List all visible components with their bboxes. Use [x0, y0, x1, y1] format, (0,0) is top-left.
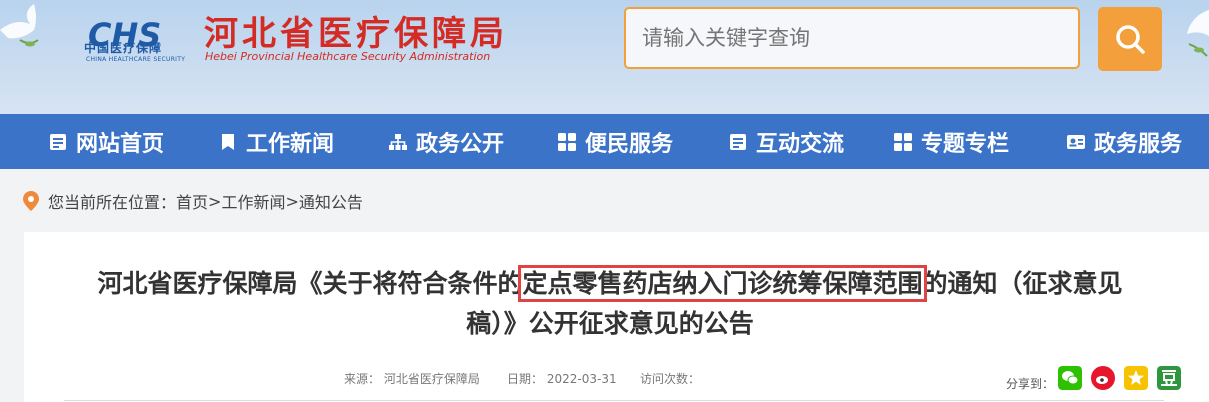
document-icon	[50, 133, 66, 150]
nav-item-label: 便民服务	[585, 131, 674, 157]
search-input[interactable]	[624, 7, 1080, 69]
document-icon	[730, 133, 746, 150]
qzone-share-icon[interactable]	[1124, 366, 1148, 390]
article-source: 来源： 河北省医疗保障局	[344, 370, 480, 387]
breadcrumb: 您当前所在位置： 首页 > 工作新闻 > 通知公告	[22, 187, 363, 215]
nav-item-gov-services[interactable]: 政务服务	[1066, 114, 1182, 169]
main-nav: 网站首页 工作新闻 政务公开 便民服务 互动交流 专题专栏 政务服务	[0, 114, 1209, 169]
logo-en-text: CHINA HEALTHCARE SECURITY	[86, 56, 186, 63]
nav-item-label: 政务服务	[1094, 131, 1183, 157]
date-value: 2022-03-31	[546, 372, 617, 386]
bookmark-icon	[222, 133, 234, 150]
id-card-icon	[1067, 134, 1085, 149]
divider	[64, 400, 1164, 401]
logo-cn-text: 中国医疗保障	[84, 41, 163, 55]
nav-item-gov-affairs[interactable]: 政务公开	[388, 114, 504, 169]
visits-label: 访问次数：	[640, 372, 701, 386]
article-title: 河北省医疗保障局《关于将符合条件的定点零售药店纳入门诊统筹保障范围的通知（征求意…	[90, 264, 1130, 344]
date-label: 日期：	[507, 372, 544, 386]
article-date: 日期： 2022-03-31	[507, 370, 617, 387]
source-value: 河北省医疗保障局	[383, 372, 480, 386]
dove-decoration-icon	[0, 4, 39, 47]
dove-decoration-icon	[1187, 10, 1209, 57]
search-button[interactable]	[1098, 7, 1162, 71]
nav-item-label: 网站首页	[76, 131, 165, 157]
breadcrumb-link-home[interactable]: 首页	[176, 189, 208, 213]
source-label: 来源：	[344, 372, 381, 386]
grid-icon	[894, 132, 912, 151]
site-header: CHS 中国医疗保障 CHINA HEALTHCARE SECURITY 河北省…	[0, 0, 1209, 114]
wechat-share-icon[interactable]	[1058, 366, 1082, 390]
sitemap-icon	[389, 133, 407, 150]
nav-item-news[interactable]: 工作新闻	[218, 114, 334, 169]
douban-share-icon[interactable]	[1157, 366, 1181, 390]
site-title: 河北省医疗保障局	[204, 14, 508, 54]
location-pin-icon	[23, 191, 39, 211]
breadcrumb-separator: >	[208, 191, 222, 211]
breadcrumb-link-news[interactable]: 工作新闻	[221, 189, 285, 213]
article-title-part: 河北省医疗保障局《关于将符合条件的	[97, 269, 523, 298]
nav-item-label: 工作新闻	[246, 131, 335, 157]
nav-item-interaction[interactable]: 互动交流	[728, 114, 844, 169]
nav-item-services[interactable]: 便民服务	[557, 114, 673, 169]
nav-item-label: 专题专栏	[921, 131, 1010, 157]
nav-item-topics[interactable]: 专题专栏	[893, 114, 1009, 169]
search-icon	[1116, 25, 1145, 54]
breadcrumb-separator: >	[285, 191, 299, 211]
nav-item-label: 互动交流	[756, 131, 845, 157]
share-label: 分享到：	[1006, 377, 1055, 391]
breadcrumb-link-notices[interactable]: 通知公告	[299, 189, 363, 213]
nav-item-label: 政务公开	[416, 131, 505, 157]
article-visits: 访问次数：	[640, 370, 700, 387]
breadcrumb-prefix: 您当前所在位置：	[48, 193, 177, 212]
article-card: 河北省医疗保障局《关于将符合条件的定点零售药店纳入门诊统筹保障范围的通知（征求意…	[24, 232, 1209, 402]
article-title-highlight: 定点零售药店纳入门诊统筹保障范围	[518, 265, 927, 302]
site-subtitle: Hebei Provincial Healthcare Security Adm…	[205, 50, 491, 63]
weibo-share-icon[interactable]	[1091, 366, 1115, 390]
grid-icon	[558, 132, 576, 151]
nav-item-home[interactable]: 网站首页	[48, 114, 164, 169]
